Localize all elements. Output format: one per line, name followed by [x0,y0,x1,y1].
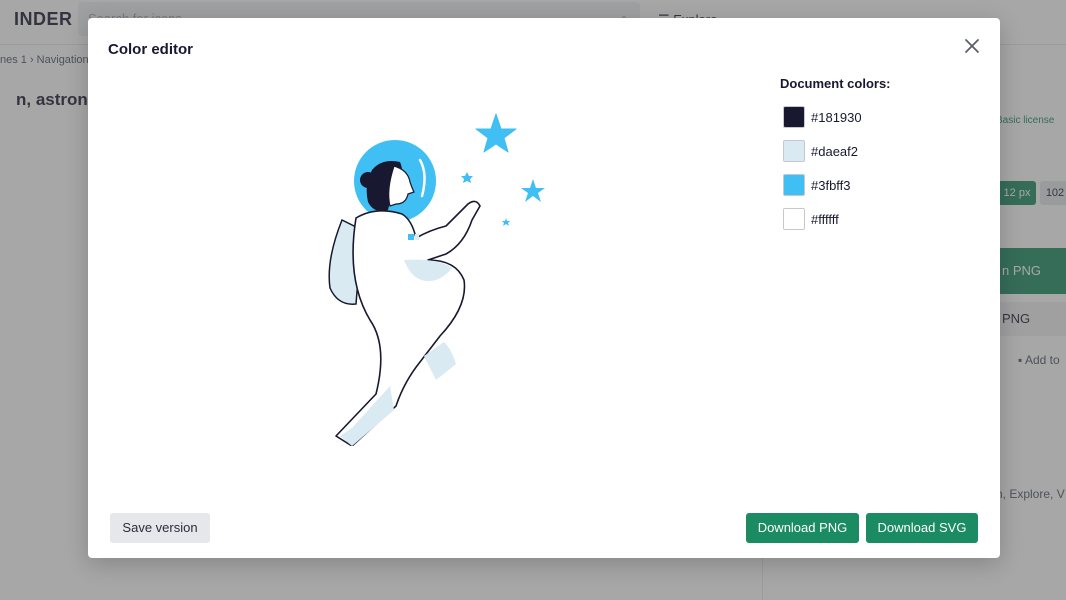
color-hex: #3fbff3 [811,177,851,193]
astronaut-illustration [328,113,545,446]
save-version-button[interactable]: Save version [110,513,210,543]
color-swatch[interactable] [783,106,805,128]
color-row[interactable]: #daeaf2 [780,134,980,168]
color-hex: #ffffff [811,211,839,227]
color-row[interactable]: #3fbff3 [780,168,980,202]
document-colors-panel: Document colors: #181930 #daeaf2 #3fbff3… [780,76,980,236]
color-swatch[interactable] [783,208,805,230]
star-icon [461,172,473,183]
document-colors-heading: Document colors: [780,76,891,91]
color-swatch[interactable] [783,140,805,162]
color-editor-modal: Color editor Document colors: #181930 #d… [88,18,1000,558]
color-hex: #daeaf2 [811,143,858,159]
download-png-button[interactable]: Download PNG [746,513,859,543]
color-hex: #181930 [811,109,862,125]
star-icon [502,218,510,226]
star-icon [475,113,517,153]
star-icon [521,179,545,202]
color-row[interactable]: #ffffff [780,202,980,236]
color-swatch[interactable] [783,174,805,196]
download-svg-button[interactable]: Download SVG [866,513,978,543]
modal-title: Color editor [108,41,193,58]
close-icon[interactable] [960,34,984,58]
color-row[interactable]: #181930 [780,100,980,134]
